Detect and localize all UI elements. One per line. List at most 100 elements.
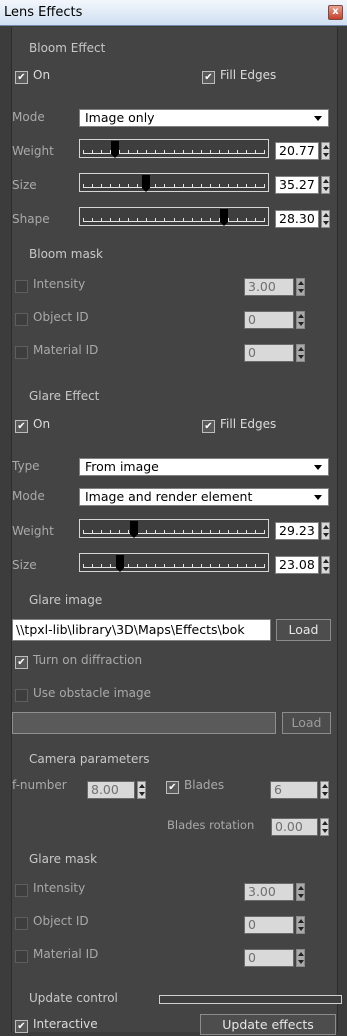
update-progress-bar (159, 995, 342, 1004)
bloom-mode-dropdown[interactable]: Image only (79, 109, 329, 127)
glare-size-slider[interactable] (79, 553, 269, 572)
glare-mask-object-id-spinner-icon[interactable] (296, 916, 305, 934)
bloom-mask-object-id-checkbox[interactable] (15, 313, 28, 326)
glare-weight-slider[interactable] (79, 519, 269, 538)
blades-rotation-spinner-icon[interactable] (320, 818, 329, 836)
fnumber-spinner-icon[interactable] (137, 781, 146, 799)
slider-tick (146, 150, 148, 154)
slider-tick (119, 184, 121, 188)
glare-mask-object-id-label: Object ID (33, 914, 89, 928)
slider-tick (264, 150, 265, 154)
title-bar: Lens Effects x (0, 0, 347, 26)
bloom-size-label: Size (12, 178, 37, 192)
glare-mask-header: Glare mask (29, 852, 98, 866)
slider-tick (110, 184, 112, 188)
interactive-checkbox[interactable]: ✔ (15, 1020, 28, 1033)
glare-mask-material-id-checkbox[interactable] (15, 950, 28, 963)
glare-mask-material-id-label: Material ID (33, 947, 99, 961)
update-effects-button[interactable]: Update effects (200, 1014, 336, 1035)
glare-mask-object-id-checkbox[interactable] (15, 917, 28, 930)
bloom-weight-slider[interactable] (79, 139, 269, 158)
diffraction-checkbox[interactable]: ✔ (15, 656, 28, 669)
slider-tick (101, 218, 103, 222)
bloom-mask-object-id-spinner-icon[interactable] (296, 311, 305, 329)
bloom-mask-object-id-input[interactable]: 0 (244, 311, 294, 329)
slider-tick (92, 150, 94, 154)
bloom-weight-spinner-icon[interactable] (321, 142, 330, 160)
glare-weight-input[interactable]: 29.23 (275, 522, 319, 540)
slider-tick (254, 184, 256, 188)
bloom-fill-edges-checkbox[interactable]: ✔ (202, 71, 215, 84)
bloom-on-checkbox[interactable]: ✔ (15, 71, 28, 84)
slider-tick (254, 564, 256, 568)
blades-input[interactable]: 6 (270, 781, 318, 799)
slider-tick (155, 184, 157, 188)
slider-tick (173, 564, 175, 568)
glare-mask-intensity-input[interactable]: 3.00 (244, 883, 294, 901)
glare-mask-material-id-spinner-icon[interactable] (296, 949, 305, 967)
bloom-on-label: On (33, 68, 51, 82)
slider-tick (218, 184, 220, 188)
bloom-size-input[interactable]: 35.27 (275, 176, 319, 194)
slider-thumb[interactable] (220, 209, 229, 226)
slider-tick (164, 218, 166, 222)
bloom-size-slider[interactable] (79, 173, 269, 192)
glare-image-load-button[interactable]: Load (276, 619, 331, 641)
obstacle-image-checkbox[interactable] (15, 689, 28, 702)
slider-tick (83, 564, 84, 568)
obstacle-image-path-input[interactable] (12, 712, 276, 734)
blades-rotation-input[interactable]: 0.00 (271, 818, 318, 836)
glare-mask-intensity-checkbox[interactable] (15, 884, 28, 897)
blades-spinner-icon[interactable] (320, 781, 329, 799)
slider-tick (218, 564, 220, 568)
bloom-mask-material-id-checkbox[interactable] (15, 346, 28, 359)
glare-mode-value: Image and render element (85, 489, 253, 504)
glare-mask-material-id-input[interactable]: 0 (244, 949, 294, 967)
slider-tick (191, 150, 193, 154)
bloom-mask-header: Bloom mask (29, 247, 103, 261)
glare-size-input[interactable]: 23.08 (275, 556, 319, 574)
bloom-mode-value: Image only (85, 110, 155, 125)
bloom-mask-material-id-spinner-icon[interactable] (296, 344, 305, 362)
slider-thumb[interactable] (116, 555, 125, 572)
slider-tick (128, 218, 130, 222)
slider-tick (137, 564, 139, 568)
glare-type-dropdown[interactable]: From image (79, 458, 329, 476)
slider-tick (146, 218, 148, 222)
bloom-mask-intensity-checkbox[interactable] (15, 280, 28, 293)
slider-tick (191, 564, 193, 568)
bloom-mask-intensity-label: Intensity (33, 277, 86, 291)
bloom-mask-material-id-label: Material ID (33, 343, 99, 357)
chevron-down-icon (314, 465, 322, 470)
glare-mask-intensity-spinner-icon[interactable] (296, 883, 305, 901)
glare-weight-spinner-icon[interactable] (321, 522, 330, 540)
bloom-mask-material-id-input[interactable]: 0 (244, 344, 294, 362)
slider-thumb[interactable] (142, 175, 151, 192)
glare-on-checkbox[interactable]: ✔ (15, 420, 28, 433)
glare-mask-intensity-label: Intensity (33, 881, 86, 895)
slider-thumb[interactable] (129, 521, 138, 538)
bloom-mask-intensity-spinner-icon[interactable] (296, 278, 305, 296)
glare-type-label: Type (12, 459, 40, 473)
bloom-size-spinner-icon[interactable] (321, 176, 330, 194)
glare-mask-object-id-input[interactable]: 0 (244, 916, 294, 934)
bloom-weight-input[interactable]: 20.77 (275, 142, 319, 160)
bloom-shape-input[interactable]: 28.30 (275, 210, 319, 228)
blades-label: Blades (184, 778, 225, 792)
fnumber-input[interactable]: 8.00 (87, 781, 135, 799)
slider-tick (137, 150, 139, 154)
bloom-mask-intensity-input[interactable]: 3.00 (244, 278, 294, 296)
bloom-shape-slider[interactable] (79, 207, 269, 226)
slider-tick (182, 218, 184, 222)
glare-image-path-input[interactable]: \\tpxl-lib\library\3D\Maps\Effects\bok (12, 619, 271, 641)
blades-checkbox[interactable]: ✔ (166, 781, 179, 794)
slider-tick (173, 150, 175, 154)
close-icon[interactable]: x (328, 5, 343, 20)
slider-thumb[interactable] (110, 141, 119, 158)
bloom-shape-spinner-icon[interactable] (321, 210, 330, 228)
glare-mode-dropdown[interactable]: Image and render element (79, 488, 329, 506)
glare-fill-edges-checkbox[interactable]: ✔ (202, 420, 215, 433)
glare-size-spinner-icon[interactable] (321, 556, 330, 574)
slider-tick (200, 150, 202, 154)
obstacle-image-load-button[interactable]: Load (282, 712, 331, 734)
